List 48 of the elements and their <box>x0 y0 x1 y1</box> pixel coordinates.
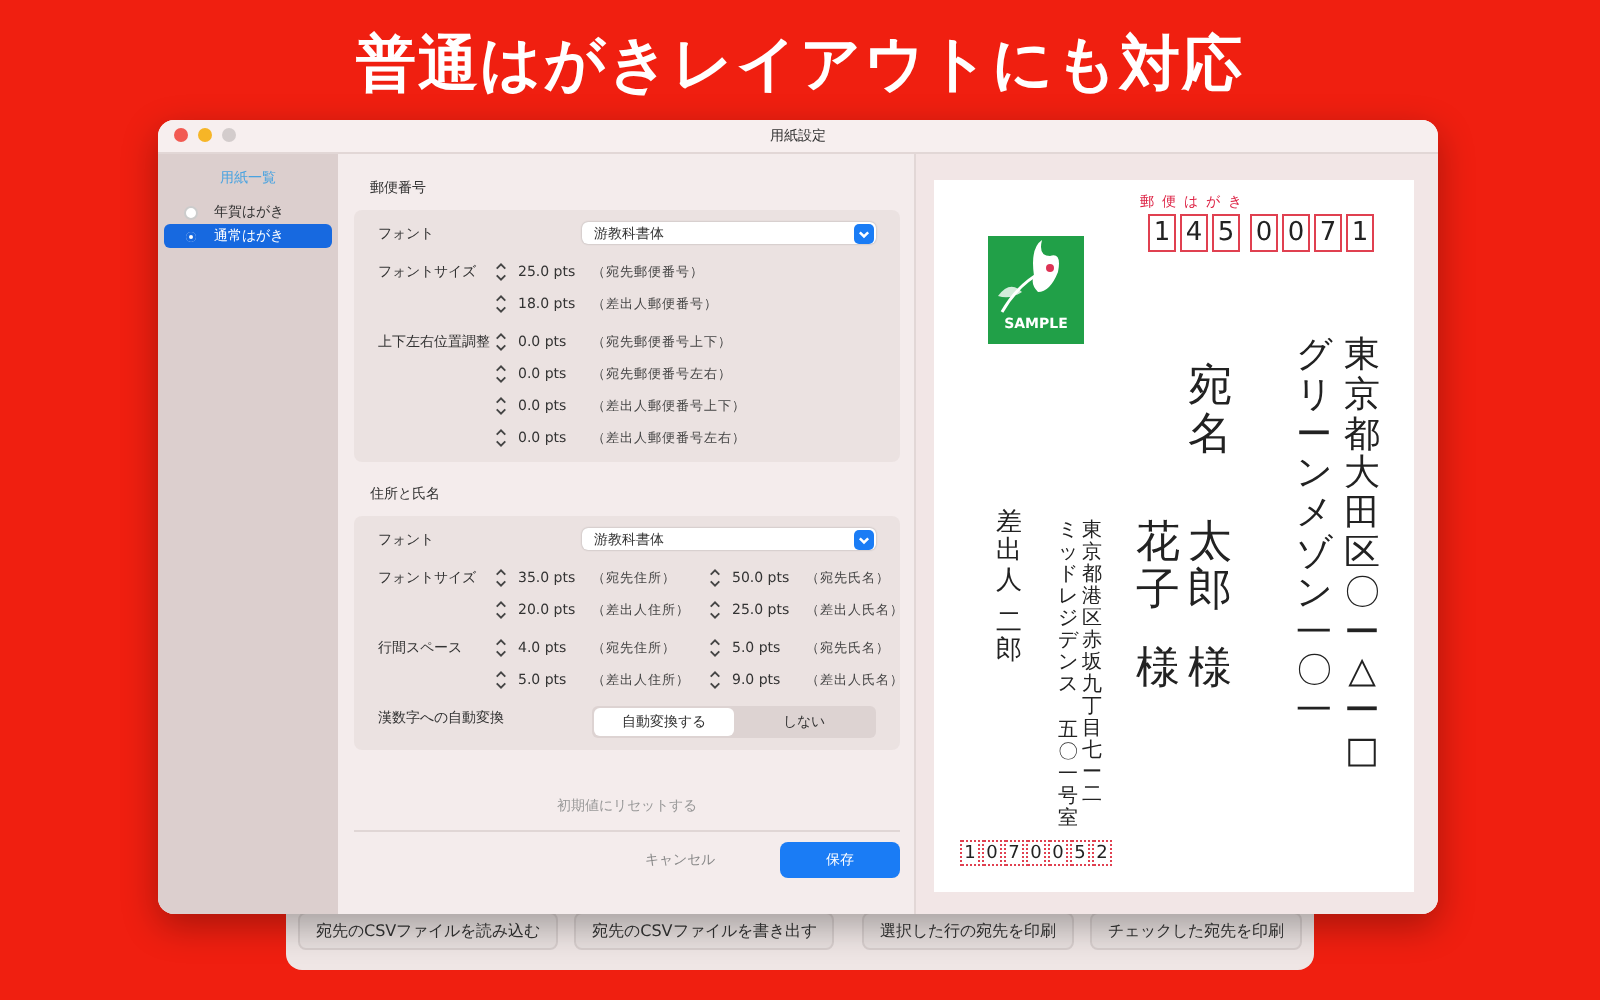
stepper-icon[interactable] <box>494 330 508 354</box>
toolbar-button[interactable]: 宛先のCSVファイルを読み込む <box>298 912 559 950</box>
stepper-icon[interactable] <box>494 426 508 450</box>
chevron-icon <box>854 529 874 549</box>
sender-name: 差出人 <box>996 510 1022 596</box>
toolbar-button[interactable]: 宛先のCSVファイルを書き出す <box>574 912 835 950</box>
stepper-icon[interactable] <box>494 636 508 660</box>
stepper-icon[interactable] <box>494 292 508 316</box>
recipient-address: グリーンメゾン一〇一 <box>1296 336 1332 732</box>
zip-digit: 0 <box>1026 840 1046 866</box>
stepper-icon[interactable] <box>494 566 508 590</box>
stepper-icon[interactable] <box>494 394 508 418</box>
recipient-name: 太郎 <box>1188 520 1232 617</box>
stepper-icon[interactable] <box>494 598 508 622</box>
stepper-icon[interactable] <box>708 668 722 692</box>
close-button[interactable] <box>174 128 188 142</box>
zip-digit: 0 <box>1282 214 1310 252</box>
zip-digit: 7 <box>1004 840 1024 866</box>
zip-digit: 5 <box>1212 214 1240 252</box>
toolbar-button[interactable]: チェックした宛先を印刷 <box>1090 912 1302 950</box>
sender-name: 二郎 <box>996 610 1022 668</box>
zip-digit: 0 <box>1048 840 1068 866</box>
stepper-icon[interactable] <box>494 668 508 692</box>
recipient-name: 宛名 <box>1188 364 1232 461</box>
zip-digit: 4 <box>1180 214 1208 252</box>
zip-digit: 0 <box>982 840 1002 866</box>
stepper-icon[interactable] <box>494 260 508 284</box>
zip-digit: 5 <box>1070 840 1090 866</box>
stepper-icon[interactable] <box>708 636 722 660</box>
headline: 普通はがきレイアウトにも対応 <box>354 28 1246 104</box>
sender-address: 東京都港区赤坂九丁目七ー二 <box>1082 520 1102 806</box>
recipient-address: 東京都大田区〇ー△ー□ <box>1344 336 1380 772</box>
stepper-icon[interactable] <box>708 598 722 622</box>
stepper-icon[interactable] <box>708 566 722 590</box>
sender-address: 五〇一号室 <box>1058 720 1078 830</box>
honorific-text: 様 <box>1188 646 1232 695</box>
honorific-text: 様 <box>1136 646 1180 695</box>
sender-address: ミッドレジデンス <box>1058 520 1078 696</box>
zip-digit: 1 <box>960 840 980 866</box>
zip-digit: 1 <box>1346 214 1374 252</box>
stepper-icon[interactable] <box>494 362 508 386</box>
zip-digit: 7 <box>1314 214 1342 252</box>
zip-digit: 1 <box>1148 214 1176 252</box>
toolbar-button[interactable]: 選択した行の宛先を印刷 <box>862 912 1074 950</box>
zip-digit: 0 <box>1250 214 1278 252</box>
chevron-icon <box>854 223 874 243</box>
zip-digit: 2 <box>1092 840 1112 866</box>
recipient-name: 花子 <box>1136 520 1180 617</box>
